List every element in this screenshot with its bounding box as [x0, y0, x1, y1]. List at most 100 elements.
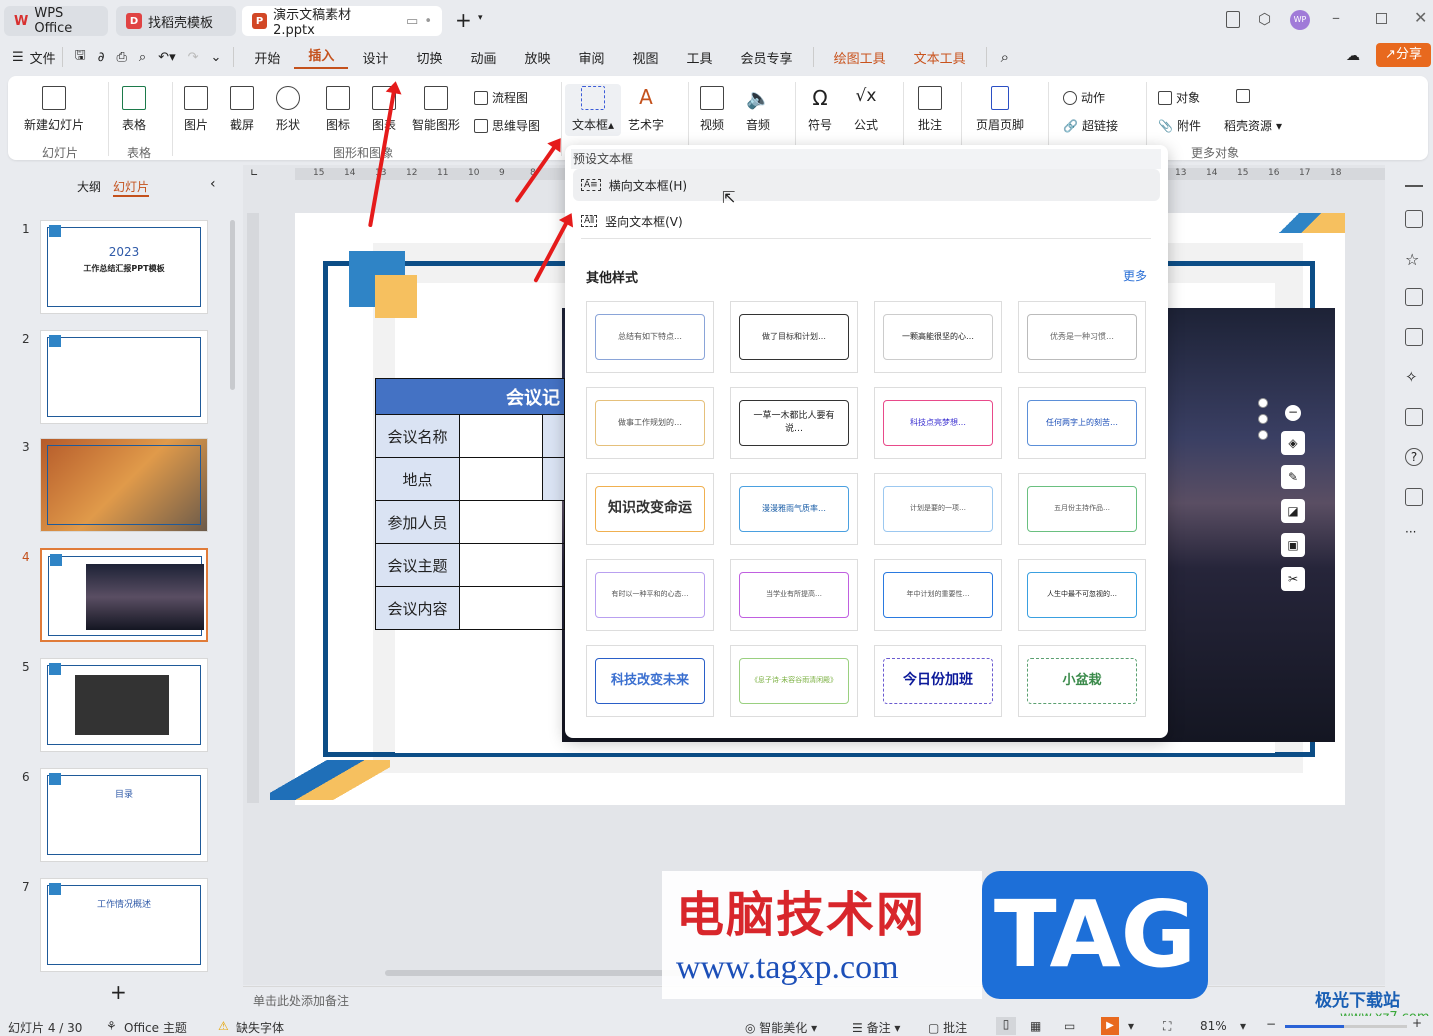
- new-slide-button[interactable]: 新建幻灯片: [24, 86, 84, 133]
- brush-icon[interactable]: [1405, 328, 1423, 346]
- table-cell[interactable]: [459, 414, 543, 458]
- book-icon[interactable]: [1405, 408, 1423, 426]
- collapse-panel-icon[interactable]: ‹: [210, 176, 216, 192]
- comment-status-button[interactable]: ▢ 批注: [928, 1019, 967, 1036]
- copy-icon[interactable]: [1405, 288, 1423, 306]
- layers-icon[interactable]: ◈: [1281, 431, 1305, 455]
- tab-wps-office[interactable]: W WPS Office: [4, 6, 108, 36]
- grid-view-icon[interactable]: ▦: [1030, 1019, 1041, 1033]
- table-cell[interactable]: 地点: [375, 457, 460, 501]
- table-cell[interactable]: 会议名称: [375, 414, 460, 458]
- tab-transitions[interactable]: 切换: [402, 48, 456, 67]
- table-cell[interactable]: 会议内容: [375, 586, 460, 630]
- resize-handle[interactable]: [1258, 430, 1268, 440]
- play-icon[interactable]: ▶: [1101, 1017, 1119, 1035]
- textbox-style-item[interactable]: 一草一木都比人要有说…: [730, 387, 858, 459]
- fill-icon[interactable]: ◪: [1281, 499, 1305, 523]
- window-layout-icon[interactable]: [1226, 11, 1240, 28]
- horizontal-scrollbar[interactable]: [385, 970, 685, 976]
- textbox-style-item[interactable]: 今日份加班: [874, 645, 1002, 717]
- action-button[interactable]: 动作: [1063, 89, 1105, 106]
- tab-text-tools[interactable]: 文本工具: [900, 48, 980, 67]
- formula-button[interactable]: √x 公式: [854, 86, 878, 133]
- frame-icon[interactable]: ▣: [1281, 533, 1305, 557]
- table-cell[interactable]: 参加人员: [375, 500, 460, 544]
- tab-home[interactable]: 开始: [240, 48, 294, 67]
- zoom-level[interactable]: 81%: [1200, 1019, 1227, 1033]
- textbox-style-item[interactable]: 漫漫雅雨气质率…: [730, 473, 858, 545]
- header-footer-button[interactable]: 页眉页脚: [976, 86, 1024, 133]
- textbox-button[interactable]: 文本框▴: [565, 84, 621, 136]
- table-cell[interactable]: [459, 457, 543, 501]
- textbox-style-item[interactable]: 做了目标和计划…: [730, 301, 858, 373]
- redo-icon[interactable]: ↷: [188, 50, 199, 65]
- tools-icon[interactable]: ✂: [1281, 567, 1305, 591]
- icon-button[interactable]: 图标: [326, 86, 350, 133]
- textbox-style-item[interactable]: 知识改变命运: [586, 473, 714, 545]
- tab-outline[interactable]: 大纲: [77, 178, 101, 195]
- magic-icon[interactable]: ✧: [1405, 368, 1423, 386]
- zoom-slider[interactable]: [1285, 1025, 1407, 1028]
- textbox-style-item[interactable]: 一颗高能很坚的心…: [874, 301, 1002, 373]
- tab-slides[interactable]: 幻灯片: [113, 178, 150, 197]
- missing-font-button[interactable]: 缺失字体: [236, 1019, 284, 1036]
- attachment-button[interactable]: 📎 附件: [1158, 117, 1201, 134]
- picture-button[interactable]: 图片: [184, 86, 208, 133]
- share-link-icon[interactable]: ∂: [98, 50, 105, 65]
- file-menu[interactable]: 文件: [30, 48, 56, 67]
- textbox-style-item[interactable]: 优秀是一种习惯…: [1018, 301, 1146, 373]
- textbox-style-item[interactable]: 《息子诗·未容谷雨清闲殿》: [730, 645, 858, 717]
- textbox-style-item[interactable]: 有时以一种平和的心态…: [586, 559, 714, 631]
- zoom-out-icon[interactable]: −: [1266, 1017, 1276, 1031]
- chevron-down-icon[interactable]: ▾: [1240, 1019, 1246, 1033]
- chevron-down-icon[interactable]: ▾: [478, 13, 483, 23]
- settings-icon[interactable]: [1405, 488, 1423, 506]
- tab-slideshow[interactable]: 放映: [510, 48, 564, 67]
- textbox-style-item[interactable]: 计划是要的一项…: [874, 473, 1002, 545]
- theme-name[interactable]: Office 主题: [124, 1019, 187, 1036]
- chevron-down-icon[interactable]: ▾: [1128, 1019, 1134, 1033]
- symbol-button[interactable]: Ω 符号: [808, 86, 832, 133]
- star-icon[interactable]: ☆: [1405, 250, 1423, 269]
- docer-resource-button[interactable]: 稻壳资源 ▾: [1224, 117, 1282, 134]
- tab-view[interactable]: 视图: [619, 48, 673, 67]
- textbox-style-item[interactable]: 科技点亮梦想…: [874, 387, 1002, 459]
- more-link[interactable]: 更多: [1123, 267, 1147, 284]
- slide-thumbnail[interactable]: [40, 548, 208, 642]
- minimize-icon[interactable]: –: [1332, 8, 1340, 27]
- horizontal-textbox-item[interactable]: A≡ 横向文本框(H): [573, 169, 1160, 201]
- tab-stop-icon[interactable]: ∟: [250, 168, 258, 179]
- table-cell[interactable]: [459, 543, 565, 587]
- video-button[interactable]: 视频: [700, 86, 724, 133]
- tab-member[interactable]: 会员专享: [727, 48, 807, 67]
- textbox-style-item[interactable]: 人生中最不可忽视的…: [1018, 559, 1146, 631]
- tab-document[interactable]: P 演示文稿素材2.pptx ▭ •: [242, 6, 442, 38]
- cube-icon[interactable]: ⬡: [1258, 10, 1271, 28]
- textbox-style-item[interactable]: 年中计划的重要性…: [874, 559, 1002, 631]
- more-icon[interactable]: ···: [1405, 525, 1423, 543]
- meeting-table[interactable]: 会议记 会议名称 地点 参加人员 会议主题 会议内容: [375, 378, 565, 630]
- collapse-icon[interactable]: −: [1285, 405, 1301, 421]
- flowchart-button[interactable]: 流程图: [474, 89, 528, 106]
- new-tab-icon[interactable]: +: [455, 8, 472, 32]
- hamburger-icon[interactable]: ☰: [12, 50, 24, 65]
- textbox-style-item[interactable]: 小盆栽: [1018, 645, 1146, 717]
- print-preview-icon[interactable]: ⌕: [139, 50, 146, 65]
- search-icon[interactable]: ⌕: [1001, 48, 1009, 66]
- vertical-textbox-item[interactable]: A⦀ 竖向文本框(V): [573, 205, 1160, 237]
- tab-drawing-tools[interactable]: 绘图工具: [820, 48, 900, 67]
- properties-icon[interactable]: [1405, 210, 1423, 228]
- tab-review[interactable]: 审阅: [565, 48, 619, 67]
- textbox-style-item[interactable]: 任何两字上的刻苦…: [1018, 387, 1146, 459]
- save-icon[interactable]: 🖫: [75, 46, 86, 68]
- table-cell[interactable]: [459, 586, 565, 630]
- share-button[interactable]: ↗分享: [1376, 43, 1431, 67]
- print-icon[interactable]: ⎙: [116, 50, 126, 65]
- audio-button[interactable]: 🔈 音频: [746, 86, 771, 133]
- monitor-icon[interactable]: ▭: [406, 14, 418, 29]
- textbox-style-item[interactable]: 五月份主持作品…: [1018, 473, 1146, 545]
- tab-design[interactable]: 设计: [348, 48, 402, 67]
- table-cell[interactable]: [459, 500, 565, 544]
- reading-view-icon[interactable]: ▭: [1064, 1019, 1075, 1033]
- collapse-icon[interactable]: [1405, 185, 1423, 187]
